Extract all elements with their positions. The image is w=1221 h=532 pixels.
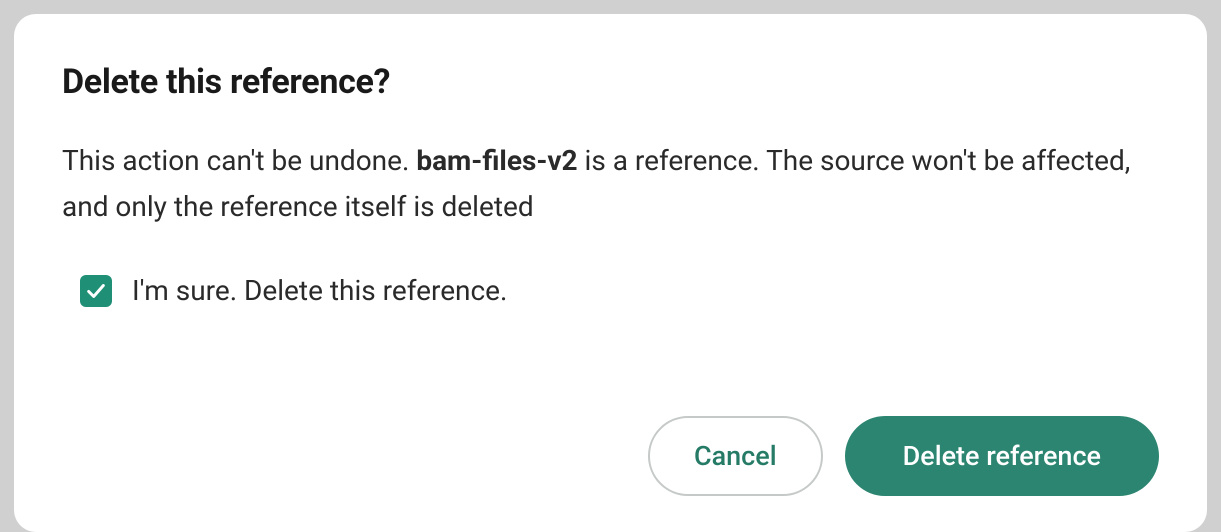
dialog-title: Delete this reference? xyxy=(62,62,1159,102)
delete-reference-button[interactable]: Delete reference xyxy=(845,416,1159,496)
check-icon xyxy=(85,280,107,302)
body-prefix-text: This action can't be undone. xyxy=(62,144,416,177)
reference-name: bam-files-v2 xyxy=(416,144,577,177)
delete-reference-dialog: Delete this reference? This action can't… xyxy=(14,14,1207,532)
cancel-button[interactable]: Cancel xyxy=(648,416,823,496)
confirm-label: I'm sure. Delete this reference. xyxy=(132,274,507,307)
dialog-body: This action can't be undone. bam-files-v… xyxy=(62,138,1159,230)
confirm-checkbox[interactable] xyxy=(80,275,112,307)
dialog-footer: Cancel Delete reference xyxy=(62,386,1159,496)
confirm-row: I'm sure. Delete this reference. xyxy=(80,274,1159,307)
